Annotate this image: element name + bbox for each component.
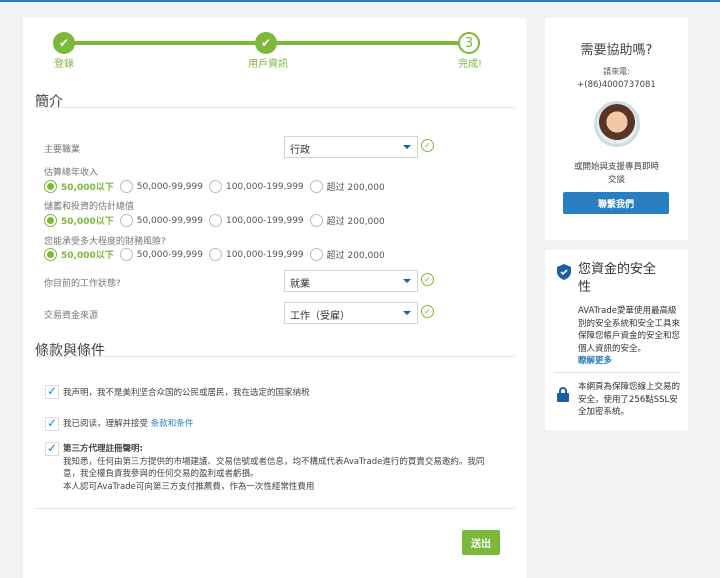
third-party-text: 第三方代理註冊聲明: 我知悉，任何由第三方提供的市場建議、交易信號或者信息，均不… <box>63 443 484 493</box>
registration-form-card <box>23 18 526 578</box>
employment-select[interactable]: 就業 <box>284 270 418 292</box>
third-party-line: 我知悉，任何由第三方提供的市場建議、交易信號或者信息，均不構成代表AvaTrad… <box>63 456 485 467</box>
option-label: 50,000以下 <box>61 251 114 261</box>
top-accent-bar <box>0 0 720 2</box>
terms-label: 我已阅读，理解并接受 <box>63 419 149 429</box>
occupation-label: 主要職業 <box>44 145 81 155</box>
radio-button[interactable] <box>44 180 57 193</box>
funds-label: 交易資金來源 <box>44 311 99 321</box>
income-radio-group: 50,000以下 50,000-99,999 100,000-199,999 超过 2… <box>44 180 391 193</box>
ssl-text: 本網頁為保障您線上交易的安全，使用了256點SSL安全加密系統。 <box>578 382 681 417</box>
phone-number: +(86)4000737081 <box>577 80 656 90</box>
security-body: AVATrade愛華使用最高級別的安全系統和安全工具來保障您帳戶資金的安全和您個… <box>578 306 681 354</box>
radio-button[interactable] <box>119 248 133 261</box>
lock-icon <box>557 387 569 402</box>
savings-option[interactable]: 100,000-199,999 <box>208 214 304 227</box>
chat-text-line2: 交談 <box>607 175 625 185</box>
occupation-value: 行政 <box>290 145 310 156</box>
step-1-label: 登錄 <box>54 59 74 70</box>
terms-link[interactable]: 条款和条件 <box>151 419 194 429</box>
radio-button[interactable] <box>309 248 323 261</box>
savings-label: 儲蓄和投資的估計總值 <box>44 202 135 212</box>
savings-radio-group: 50,000以下 50,000-99,999 100,000-199,999 超过 2… <box>44 214 391 227</box>
chat-text-line1: 或開始與支援專員即時 <box>573 162 659 172</box>
income-option[interactable]: 超过 200,000 <box>309 180 385 193</box>
radio-button[interactable] <box>309 180 323 193</box>
income-option[interactable]: 100,000-199,999 <box>208 180 304 193</box>
third-party-line: 本人認可AvaTrade可向第三方支付推薦費，作為一次性經常性費用 <box>63 481 315 492</box>
step-2-check-icon: ✔ <box>255 32 277 54</box>
us-citizen-text: 我声明，我不是美利坚合众国的公民或居民，我在选定的国家纳税 <box>63 388 310 398</box>
chevron-down-icon <box>403 145 411 149</box>
savings-option[interactable]: 50,000以下 <box>44 214 114 227</box>
support-agent-avatar <box>594 101 640 147</box>
radio-button[interactable] <box>44 214 57 227</box>
option-label: 50,000以下 <box>61 183 114 193</box>
valid-check-icon: ✓ <box>421 305 434 318</box>
security-title-line: 性 <box>578 280 592 295</box>
risk-radio-group: 50,000以下 50,000-99,999 100,000-199,999 超过 2… <box>44 248 391 261</box>
call-label: 請來電: <box>603 67 630 76</box>
terms-text: 我已阅读，理解并接受 条款和条件 <box>63 418 193 431</box>
divider <box>35 107 515 108</box>
option-label: 100,000-199,999 <box>225 181 304 192</box>
terms-heading: 條款與條件 <box>35 343 105 359</box>
divider <box>35 508 515 509</box>
learn-more-link[interactable]: 瞭解更多 <box>578 354 612 366</box>
valid-check-icon: ✓ <box>421 273 434 286</box>
third-party-title: 第三方代理註冊聲明: <box>63 444 143 454</box>
third-party-line: 意，我全權負責我參與的任何交易的盈利或者虧損。 <box>63 469 259 479</box>
option-label: 100,000-199,999 <box>225 215 304 226</box>
occupation-select[interactable]: 行政 <box>284 136 418 158</box>
option-label: 50,000-99,999 <box>136 215 203 226</box>
chevron-down-icon <box>403 279 411 283</box>
option-label: 超过 200,000 <box>326 217 385 227</box>
radio-button[interactable] <box>208 214 222 227</box>
help-title: 需要協助嗎? <box>580 43 653 58</box>
divider <box>554 372 680 373</box>
funds-value: 工作（受雇） <box>290 311 350 322</box>
option-label: 超过 200,000 <box>326 183 385 193</box>
option-label: 100,000-199,999 <box>225 249 304 260</box>
employment-value: 就業 <box>290 279 310 290</box>
savings-option[interactable]: 超过 200,000 <box>309 214 385 227</box>
profile-heading: 簡介 <box>35 94 63 110</box>
terms-checkbox[interactable]: ✓ <box>45 417 59 431</box>
chevron-down-icon <box>403 311 411 315</box>
risk-option[interactable]: 50,000以下 <box>44 248 114 261</box>
valid-check-icon: ✓ <box>421 139 434 152</box>
us-citizen-checkbox[interactable]: ✓ <box>45 385 59 399</box>
income-option[interactable]: 50,000-99,999 <box>119 180 203 193</box>
income-option[interactable]: 50,000以下 <box>44 180 114 193</box>
option-label: 50,000-99,999 <box>136 249 203 260</box>
step-2-label: 用戶資訊 <box>248 59 288 70</box>
employment-label: 你目前的工作狀態? <box>44 279 121 289</box>
risk-option[interactable]: 50,000-99,999 <box>119 248 203 261</box>
divider <box>35 356 515 357</box>
contact-us-button[interactable]: 聯繫我們 <box>563 192 669 214</box>
security-title: 您資金的安全性 <box>578 261 656 297</box>
step-3-number: 3 <box>458 32 480 54</box>
radio-button[interactable] <box>44 248 57 261</box>
funds-select[interactable]: 工作（受雇） <box>284 302 418 324</box>
risk-option[interactable]: 超过 200,000 <box>309 248 385 261</box>
step-3-label: 完成! <box>458 59 483 70</box>
step-1-check-icon: ✔ <box>53 32 75 54</box>
income-label: 估算總年收入 <box>44 168 99 178</box>
option-label: 50,000-99,999 <box>136 181 203 192</box>
third-party-checkbox[interactable]: ✓ <box>45 442 59 456</box>
savings-option[interactable]: 50,000-99,999 <box>119 214 203 227</box>
risk-label: 您能承受多大程度的財務風險? <box>44 237 166 247</box>
risk-option[interactable]: 100,000-199,999 <box>208 248 304 261</box>
radio-button[interactable] <box>119 214 133 227</box>
radio-button[interactable] <box>309 214 323 227</box>
option-label: 50,000以下 <box>61 217 114 227</box>
radio-button[interactable] <box>208 180 222 193</box>
security-title-line: 您資金的安全 <box>578 262 657 277</box>
submit-button[interactable]: 送出 <box>462 530 500 555</box>
radio-button[interactable] <box>208 248 222 261</box>
shield-check-icon <box>557 264 571 280</box>
radio-button[interactable] <box>119 180 133 193</box>
option-label: 超过 200,000 <box>326 251 385 261</box>
